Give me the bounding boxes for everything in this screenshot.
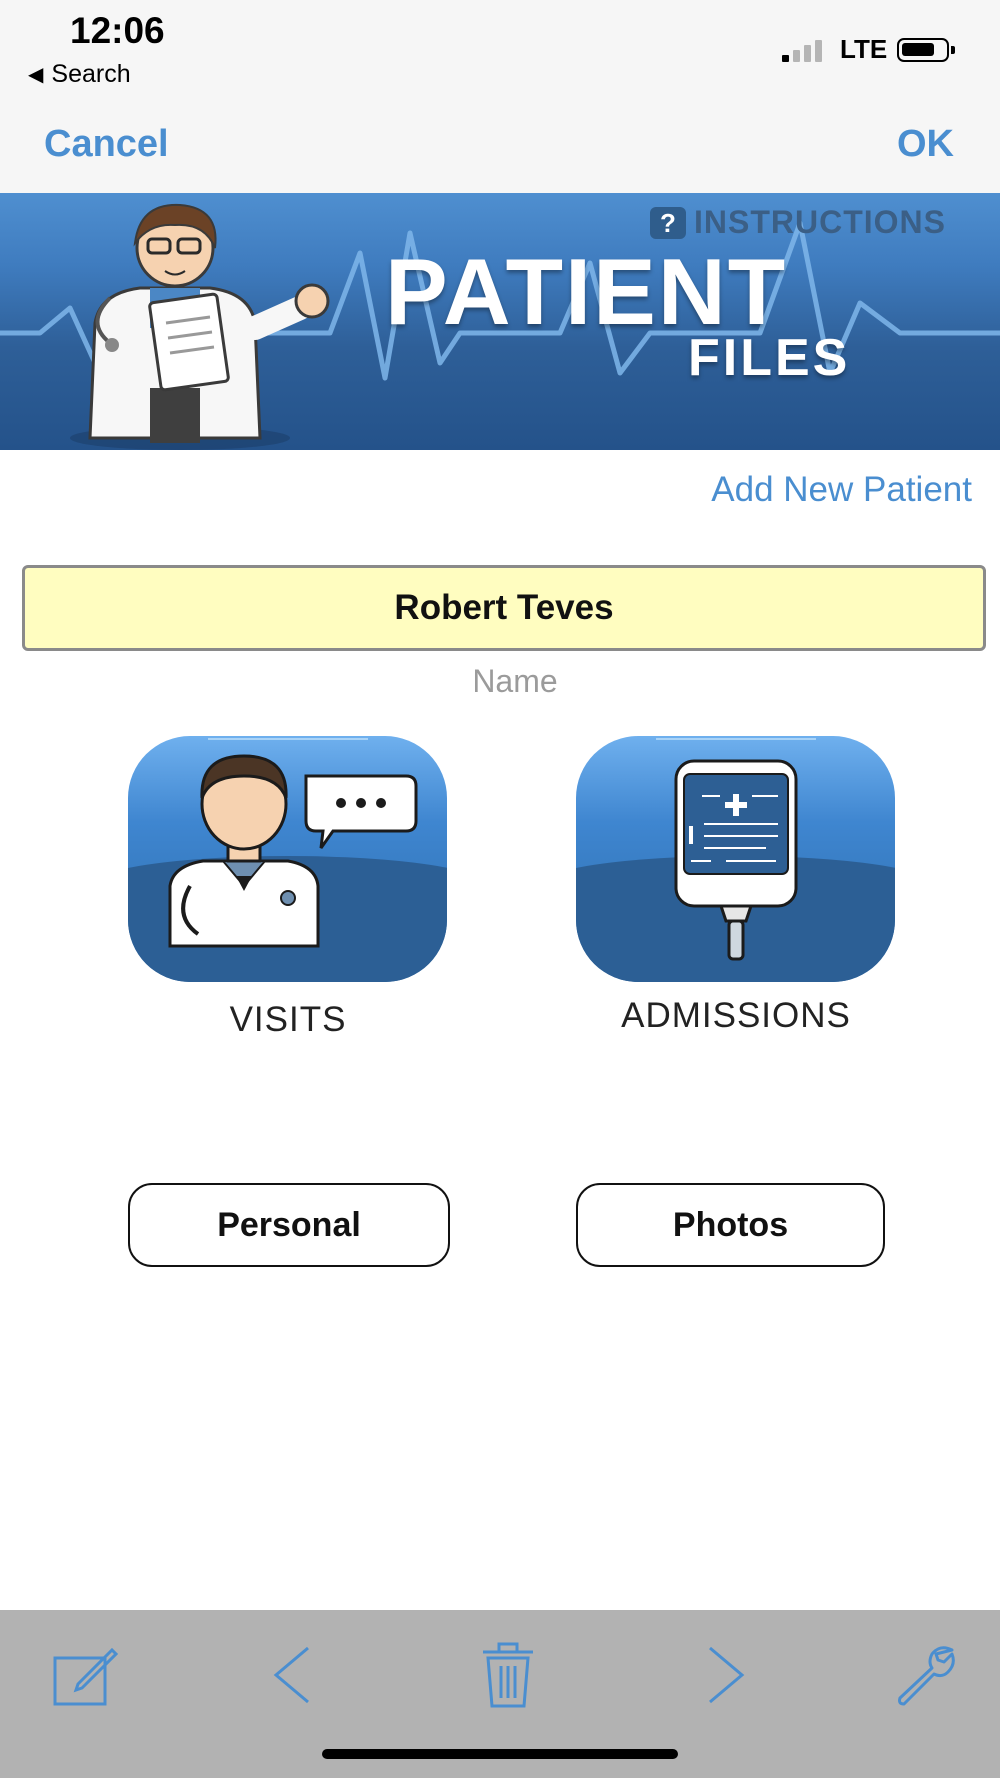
instructions-button[interactable]: ? INSTRUCTIONS xyxy=(650,204,946,241)
cancel-button[interactable]: Cancel xyxy=(44,123,169,166)
visits-label: VISITS xyxy=(229,1000,347,1039)
status-time: 12:06 xyxy=(70,10,165,51)
admissions-label: ADMISSIONS xyxy=(621,996,851,1035)
battery-icon xyxy=(897,38,955,62)
instructions-label: INSTRUCTIONS xyxy=(694,204,946,240)
banner-subtitle: FILES xyxy=(688,329,851,387)
back-arrow-icon: ◀ xyxy=(28,64,44,86)
back-to-search-link[interactable]: ◀ Search xyxy=(28,60,131,89)
doctor-speech-icon xyxy=(168,738,418,948)
home-indicator[interactable] xyxy=(322,1749,678,1759)
ok-button[interactable]: OK xyxy=(897,123,954,166)
photos-button[interactable]: Photos xyxy=(576,1183,885,1267)
signal-strength-icon xyxy=(782,38,822,62)
trash-icon[interactable] xyxy=(473,1640,543,1710)
admissions-tile-button[interactable] xyxy=(576,736,895,982)
network-type: LTE xyxy=(840,34,888,64)
visits-tile-button[interactable] xyxy=(128,736,447,982)
chevron-left-icon[interactable] xyxy=(258,1640,328,1710)
edit-icon[interactable] xyxy=(50,1640,120,1710)
iv-bag-icon xyxy=(656,738,816,961)
help-icon: ? xyxy=(650,206,686,239)
wrench-icon[interactable] xyxy=(890,1640,960,1710)
chevron-right-icon[interactable] xyxy=(690,1640,760,1710)
back-search-label: Search xyxy=(51,60,131,88)
doctor-mascot-icon xyxy=(70,203,330,450)
add-new-patient-link[interactable]: Add New Patient xyxy=(711,470,972,510)
personal-button[interactable]: Personal xyxy=(128,1183,450,1267)
name-field-label: Name xyxy=(472,663,558,699)
patient-name-field[interactable]: Robert Teves xyxy=(22,565,986,651)
